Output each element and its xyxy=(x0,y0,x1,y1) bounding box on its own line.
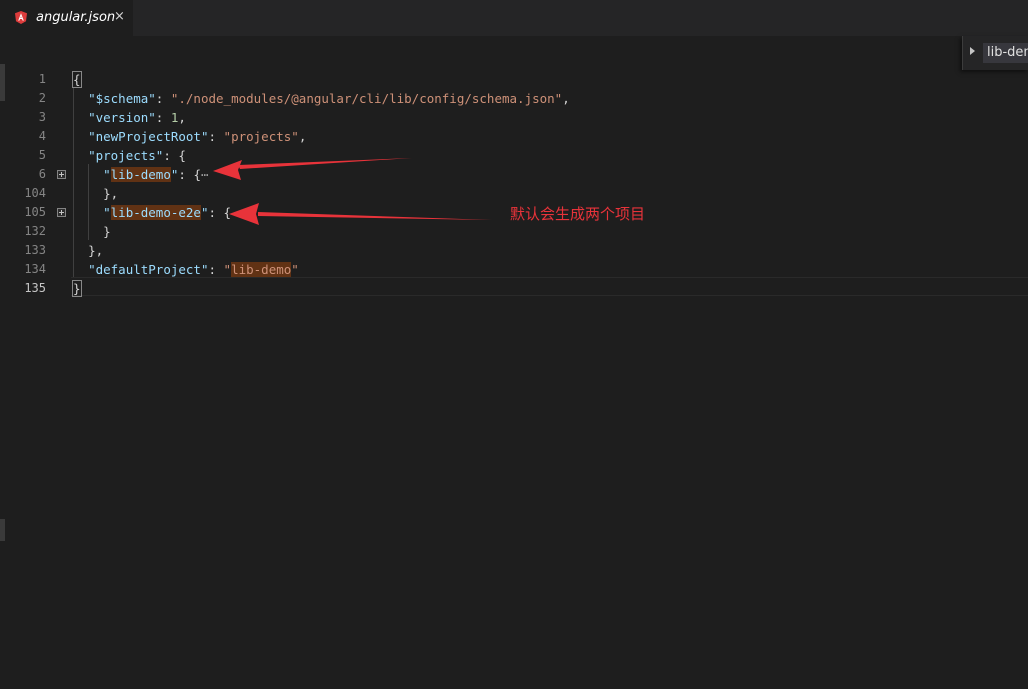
folded-ellipsis[interactable]: ⋯ xyxy=(201,167,209,182)
tab-bar: angular.json × xyxy=(0,0,1028,36)
code-line: 132 } xyxy=(0,222,1028,241)
line-number: 3 xyxy=(38,110,46,124)
json-value: "projects" xyxy=(223,129,299,144)
code-line: 5 "projects": { xyxy=(0,146,1028,165)
code-text[interactable]: { xyxy=(72,70,82,89)
line-number: 134 xyxy=(24,262,46,276)
json-key: "defaultProject" xyxy=(88,262,209,277)
json-value: lib-demo xyxy=(231,262,292,277)
line-number: 133 xyxy=(24,243,46,257)
line-number: 135 xyxy=(24,281,46,295)
code-text[interactable]: } xyxy=(72,279,82,298)
line-number: 132 xyxy=(24,224,46,238)
close-icon[interactable]: × xyxy=(114,9,125,24)
line-number: 5 xyxy=(38,148,46,162)
line-number: 105 xyxy=(24,205,46,219)
line-number: 6 xyxy=(38,167,46,181)
code-line: 134 "defaultProject": "lib-demo" xyxy=(0,260,1028,279)
code-line: 6 "lib-demo": {⋯ xyxy=(0,165,1028,184)
code-text[interactable]: "version": 1, xyxy=(73,108,186,127)
json-value: "./node_modules/@angular/cli/lib/config/… xyxy=(170,91,563,106)
tab-label: angular.json xyxy=(36,10,116,25)
chevron-right-icon[interactable] xyxy=(970,47,975,55)
expand-icon[interactable] xyxy=(57,170,66,179)
code-line: 2 "$schema": "./node_modules/@angular/cl… xyxy=(0,89,1028,108)
code-line: 1 { xyxy=(0,70,1028,89)
code-text[interactable]: "lib-demo": {⋯ xyxy=(73,165,209,184)
line-number: 2 xyxy=(38,91,46,105)
code-text[interactable]: "defaultProject": "lib-demo" xyxy=(73,260,299,279)
code-text[interactable]: } xyxy=(73,222,111,241)
code-text[interactable]: }, xyxy=(73,241,103,260)
json-key: lib-demo xyxy=(110,167,171,182)
breadcrumb-item[interactable]: lib-demo xyxy=(983,43,1028,63)
json-key: "version" xyxy=(88,110,156,125)
tab-angular-json[interactable]: angular.json × xyxy=(0,0,133,36)
line-number: 1 xyxy=(38,72,46,86)
code-line: 135 } xyxy=(0,279,1028,298)
code-line: 4 "newProjectRoot": "projects", xyxy=(0,127,1028,146)
json-key: lib-demo-e2e xyxy=(110,205,201,220)
code-text[interactable]: "lib-demo-e2e": { xyxy=(73,203,231,222)
code-text[interactable]: "$schema": "./node_modules/@angular/cli/… xyxy=(73,89,570,108)
breadcrumb: lib-demo xyxy=(962,36,1028,70)
code-line: 104 }, xyxy=(0,184,1028,203)
code-line: 3 "version": 1, xyxy=(0,108,1028,127)
json-key: "$schema" xyxy=(88,91,156,106)
scrollbar-marker xyxy=(0,519,5,541)
line-number: 4 xyxy=(38,129,46,143)
code-text[interactable]: "projects": { xyxy=(73,146,186,165)
angular-icon xyxy=(15,11,27,24)
code-text[interactable]: }, xyxy=(73,184,118,203)
expand-icon[interactable] xyxy=(57,208,66,217)
json-key: "projects" xyxy=(88,148,164,163)
code-line: 133 }, xyxy=(0,241,1028,260)
annotation-text: 默认会生成两个项目 xyxy=(510,205,646,223)
line-number: 104 xyxy=(24,186,46,200)
json-key: "newProjectRoot" xyxy=(88,129,209,144)
code-text[interactable]: "newProjectRoot": "projects", xyxy=(73,127,306,146)
